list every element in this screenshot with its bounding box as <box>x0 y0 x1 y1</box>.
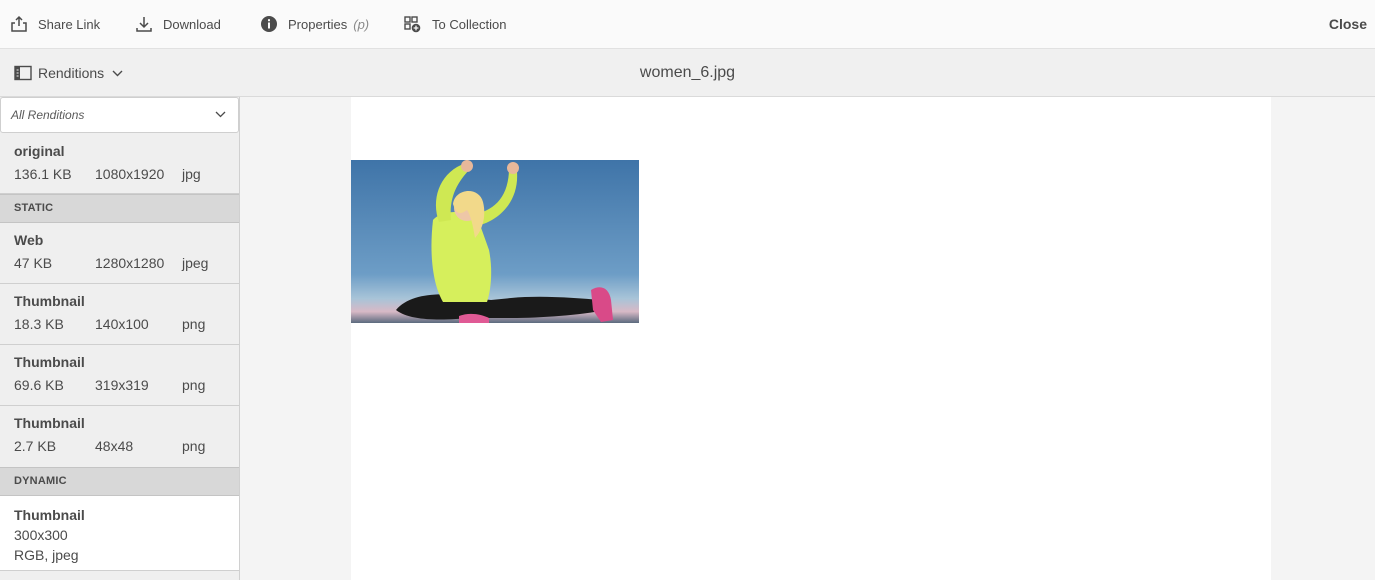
rendition-format: png <box>182 377 206 393</box>
rendition-item[interactable]: Thumbnail 18.3 KB 140x100 png <box>0 284 239 345</box>
rendition-dimensions: 140x100 <box>95 316 149 332</box>
close-button[interactable]: Close <box>1329 0 1367 48</box>
rendition-size: 2.7 KB <box>14 438 57 454</box>
asset-canvas <box>240 97 1375 580</box>
rendition-name: Thumbnail <box>14 354 85 370</box>
properties-label: Properties <box>288 16 348 32</box>
rendition-details: RGB, jpeg <box>14 547 79 563</box>
rendition-name: original <box>14 143 65 159</box>
rendition-meta: 69.6 KB 319x319 png <box>14 376 225 394</box>
properties-shortcut: (p) <box>353 16 370 32</box>
rendition-meta: 18.3 KB 140x100 png <box>14 315 225 333</box>
rendition-dimensions: 1080x1920 <box>95 166 165 182</box>
rendition-format: png <box>182 316 206 332</box>
rendition-name: Thumbnail <box>14 507 85 523</box>
asset-preview-area <box>351 97 1271 580</box>
file-title: women_6.jpg <box>639 64 736 81</box>
rendition-dimensions: 319x319 <box>95 377 149 393</box>
rendition-meta: 2.7 KB 48x48 png <box>14 437 225 455</box>
section-header-static: STATIC <box>0 194 239 223</box>
info-icon <box>261 16 277 32</box>
rendition-item-original[interactable]: original 136.1 KB 1080x1920 jpg <box>0 134 239 194</box>
rendition-dimensions: 48x48 <box>95 438 134 454</box>
rendition-dimensions: 300x300 <box>14 527 68 543</box>
rendition-item[interactable]: Thumbnail 69.6 KB 319x319 png <box>0 345 239 406</box>
to-collection-button[interactable]: To Collection <box>403 0 506 48</box>
share-link-button[interactable]: Share Link <box>10 0 100 48</box>
rendition-item[interactable]: Thumbnail 2.7 KB 48x48 png <box>0 406 239 467</box>
rendition-item-dynamic[interactable]: Thumbnail 300x300 RGB, jpeg <box>0 496 239 571</box>
file-title-wrap: women_6.jpg <box>0 49 1375 97</box>
download-label: Download <box>163 16 221 32</box>
renditions-toggle-button[interactable]: Renditions <box>14 49 123 97</box>
rendition-meta: 136.1 KB 1080x1920 jpg <box>14 165 225 183</box>
section-header-dynamic: DYNAMIC <box>0 467 239 496</box>
download-button[interactable]: Download <box>135 0 221 48</box>
rail-panel-icon <box>14 65 32 81</box>
top-action-bar: Share Link Download Properties (p) To Co… <box>0 0 1375 49</box>
renditions-list: original 136.1 KB 1080x1920 jpg STATIC W… <box>0 134 239 571</box>
rendition-size: 69.6 KB <box>14 377 64 393</box>
rendition-format: png <box>182 438 206 454</box>
renditions-filter-select[interactable]: All Renditions <box>0 97 239 133</box>
rendition-format: jpeg <box>182 255 209 271</box>
rendition-size: 18.3 KB <box>14 316 64 332</box>
rendition-name: Thumbnail <box>14 415 85 431</box>
collection-add-icon <box>404 16 421 33</box>
rendition-format: jpg <box>182 166 201 182</box>
to-collection-label: To Collection <box>432 16 507 32</box>
renditions-label: Renditions <box>38 65 105 81</box>
renditions-filter-value: All Renditions <box>11 108 85 122</box>
share-icon <box>11 15 27 32</box>
viewer-header: Renditions women_6.jpg <box>0 49 1375 97</box>
chevron-down-icon <box>215 111 226 118</box>
renditions-panel: All Renditions original 136.1 KB 1080x19… <box>0 97 240 580</box>
rendition-name: Thumbnail <box>14 293 85 309</box>
asset-preview-image[interactable] <box>351 160 639 323</box>
rendition-size: 136.1 KB <box>14 166 72 182</box>
properties-button[interactable]: Properties (p) <box>260 0 369 48</box>
download-icon <box>136 17 152 32</box>
stretching-woman-photo <box>351 160 639 323</box>
rendition-size: 47 KB <box>14 255 53 271</box>
chevron-down-icon <box>112 70 123 77</box>
rendition-meta: 47 KB 1280x1280 jpeg <box>14 254 225 272</box>
rendition-name: Web <box>14 232 44 248</box>
rendition-dimensions: 1280x1280 <box>95 255 165 271</box>
rendition-item[interactable]: Web 47 KB 1280x1280 jpeg <box>0 223 239 284</box>
share-link-label: Share Link <box>38 16 101 32</box>
